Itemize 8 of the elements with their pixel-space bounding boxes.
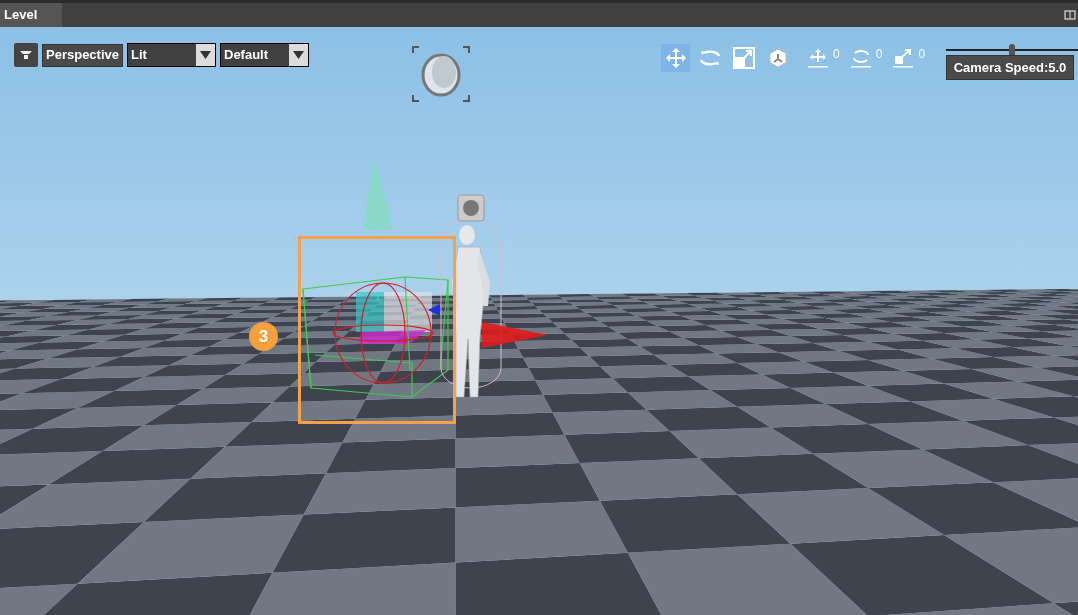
perspective-button[interactable]: Perspective: [42, 43, 123, 67]
camera-speed-tooltip: Camera Speed:5.0: [946, 55, 1074, 80]
level-tab[interactable]: Level: [0, 3, 62, 27]
snap-value: 0: [833, 47, 840, 61]
snap-value: 0: [918, 47, 926, 61]
snap-value: 0: [875, 47, 883, 61]
dropdown[interactable]: Default: [220, 43, 309, 67]
dropdown[interactable]: Lit: [127, 43, 216, 67]
